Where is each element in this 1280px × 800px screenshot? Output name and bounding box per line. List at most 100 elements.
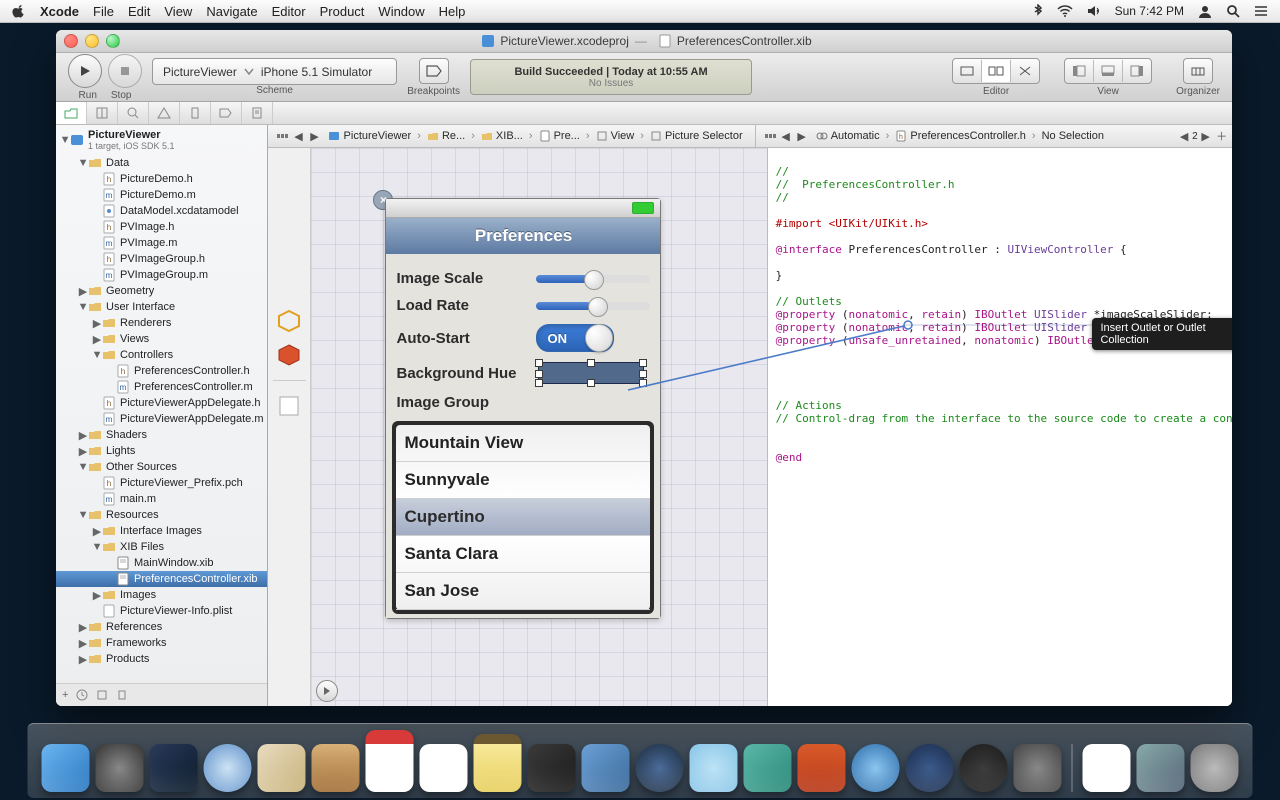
wifi-icon[interactable] — [1057, 5, 1073, 17]
recent-icon[interactable] — [76, 689, 88, 701]
disclosure-triangle-icon[interactable]: ▶ — [92, 526, 102, 536]
forward-button[interactable]: ▶ — [306, 129, 322, 143]
picker-row[interactable]: Sunnyvale — [396, 462, 650, 499]
nav-item[interactable]: ▼Controllers — [56, 347, 267, 363]
menu-help[interactable]: Help — [439, 4, 466, 19]
search-navigator-tab[interactable] — [118, 102, 149, 124]
user-icon[interactable] — [1198, 4, 1212, 18]
disclosure-triangle-icon[interactable]: ▼ — [60, 135, 70, 145]
menu-window[interactable]: Window — [378, 4, 424, 19]
disclosure-triangle-icon[interactable]: ▼ — [78, 158, 88, 168]
scm-icon[interactable] — [96, 689, 108, 701]
itunes-icon[interactable] — [852, 744, 900, 792]
close-assistant-button[interactable]: ✕ — [1230, 129, 1232, 143]
jumpbar-crumb[interactable]: XIB... — [475, 130, 529, 142]
picker-row[interactable]: Santa Clara — [396, 536, 650, 573]
background-hue-slider-selected[interactable] — [538, 362, 644, 384]
ib-view[interactable]: Preferences Image Scale Load Rate — [385, 198, 661, 619]
assistant-editor-button[interactable] — [982, 60, 1011, 82]
notification-center-icon[interactable] — [1254, 5, 1268, 17]
notes-icon[interactable] — [474, 734, 522, 792]
related-items-icon[interactable] — [274, 129, 290, 143]
issue-navigator-tab[interactable] — [149, 102, 180, 124]
jumpbar-crumb[interactable]: Pre... — [533, 130, 586, 142]
prev-counterpart-button[interactable]: ◀ — [1176, 129, 1192, 143]
window-close-button[interactable] — [64, 34, 78, 48]
document-stack-icon[interactable] — [1083, 744, 1131, 792]
dashboard-icon[interactable] — [960, 744, 1008, 792]
nav-item[interactable]: ▼Other Sources — [56, 459, 267, 475]
nav-item[interactable]: ▼Data — [56, 155, 267, 171]
launchpad-icon[interactable] — [96, 744, 144, 792]
nav-item[interactable]: ▶Images — [56, 587, 267, 603]
jumpbar-crumb[interactable]: Picture Selector — [644, 130, 749, 142]
run-button[interactable] — [68, 54, 102, 88]
forward-button[interactable]: ▶ — [794, 129, 810, 143]
nav-item[interactable]: ▶Renderers — [56, 315, 267, 331]
symbol-navigator-tab[interactable] — [87, 102, 118, 124]
nav-item[interactable]: mPVImageGroup.m — [56, 267, 267, 283]
ib-canvas[interactable]: × Preferences Image Scale — [311, 148, 766, 706]
contacts-icon[interactable] — [312, 744, 360, 792]
disclosure-triangle-icon[interactable]: ▶ — [78, 286, 88, 296]
disclosure-triangle-icon[interactable]: ▶ — [92, 334, 102, 344]
nav-item[interactable]: hPictureViewerAppDelegate.h — [56, 395, 267, 411]
nav-item[interactable]: mPVImage.m — [56, 235, 267, 251]
picker-row[interactable]: Cupertino — [396, 499, 650, 536]
disclosure-triangle-icon[interactable]: ▶ — [78, 638, 88, 648]
picker-row[interactable]: San Jose — [396, 573, 650, 610]
navigation-bar[interactable]: Preferences — [386, 218, 660, 254]
preview-icon[interactable] — [744, 744, 792, 792]
window-minimize-button[interactable] — [85, 34, 99, 48]
standard-editor-button[interactable] — [953, 60, 982, 82]
nav-item[interactable]: ▶Geometry — [56, 283, 267, 299]
debug-navigator-tab[interactable] — [180, 102, 211, 124]
toggle-debug-button[interactable] — [1094, 60, 1123, 82]
nav-item[interactable]: ▶Products — [56, 651, 267, 667]
nav-item[interactable]: hPictureViewer_Prefix.pch — [56, 475, 267, 491]
back-button[interactable]: ◀ — [290, 129, 306, 143]
disclosure-triangle-icon[interactable]: ▼ — [92, 542, 102, 552]
back-button[interactable]: ◀ — [778, 129, 794, 143]
nav-item[interactable]: hPictureDemo.h — [56, 171, 267, 187]
nav-item[interactable]: mPictureViewerAppDelegate.m — [56, 411, 267, 427]
scheme-selector[interactable]: PictureViewer iPhone 5.1 Simulator — [152, 58, 397, 85]
mail-icon[interactable] — [258, 744, 306, 792]
mission-control-icon[interactable] — [150, 744, 198, 792]
nav-item[interactable]: PictureViewer-Info.plist — [56, 603, 267, 619]
disclosure-triangle-icon[interactable]: ▶ — [92, 318, 102, 328]
volume-icon[interactable] — [1087, 5, 1101, 17]
nav-item[interactable]: hPVImageGroup.h — [56, 251, 267, 267]
trash-icon[interactable] — [1191, 744, 1239, 792]
jumpbar-crumb[interactable]: No Selection — [1036, 130, 1110, 142]
disclosure-triangle-icon[interactable]: ▼ — [92, 350, 102, 360]
bluetooth-icon[interactable] — [1033, 4, 1043, 18]
nav-item[interactable]: ▶Shaders — [56, 427, 267, 443]
load-rate-slider[interactable] — [536, 302, 650, 310]
menu-editor[interactable]: Editor — [272, 4, 306, 19]
disclosure-triangle-icon[interactable]: ▼ — [78, 462, 88, 472]
project-root[interactable]: ▼ PictureViewer 1 target, iOS SDK 5.1 — [56, 125, 267, 155]
downloads-stack-icon[interactable] — [1137, 744, 1185, 792]
safari-icon[interactable] — [204, 744, 252, 792]
menu-navigate[interactable]: Navigate — [206, 4, 257, 19]
messages-icon[interactable] — [690, 744, 738, 792]
project-navigator-tab[interactable] — [56, 102, 87, 124]
disclosure-triangle-icon[interactable]: ▼ — [78, 302, 88, 312]
related-items-icon[interactable] — [762, 129, 778, 143]
nav-item[interactable]: mPictureDemo.m — [56, 187, 267, 203]
nav-item[interactable]: ▶Interface Images — [56, 523, 267, 539]
disclosure-triangle-icon[interactable]: ▶ — [92, 590, 102, 600]
nav-item[interactable]: ▶References — [56, 619, 267, 635]
version-editor-button[interactable] — [1011, 60, 1039, 82]
menu-file[interactable]: File — [93, 4, 114, 19]
disclosure-triangle-icon[interactable]: ▶ — [78, 622, 88, 632]
jumpbar-crumb[interactable]: Re... — [421, 130, 471, 142]
breakpoints-button[interactable] — [419, 58, 449, 84]
editor-mode-segmented[interactable] — [952, 58, 1040, 84]
image-scale-slider[interactable] — [536, 275, 650, 283]
breakpoint-navigator-tab[interactable] — [211, 102, 242, 124]
appstore-icon[interactable] — [636, 744, 684, 792]
next-counterpart-button[interactable]: ▶ — [1198, 129, 1214, 143]
auto-start-switch[interactable]: ON — [536, 324, 614, 352]
